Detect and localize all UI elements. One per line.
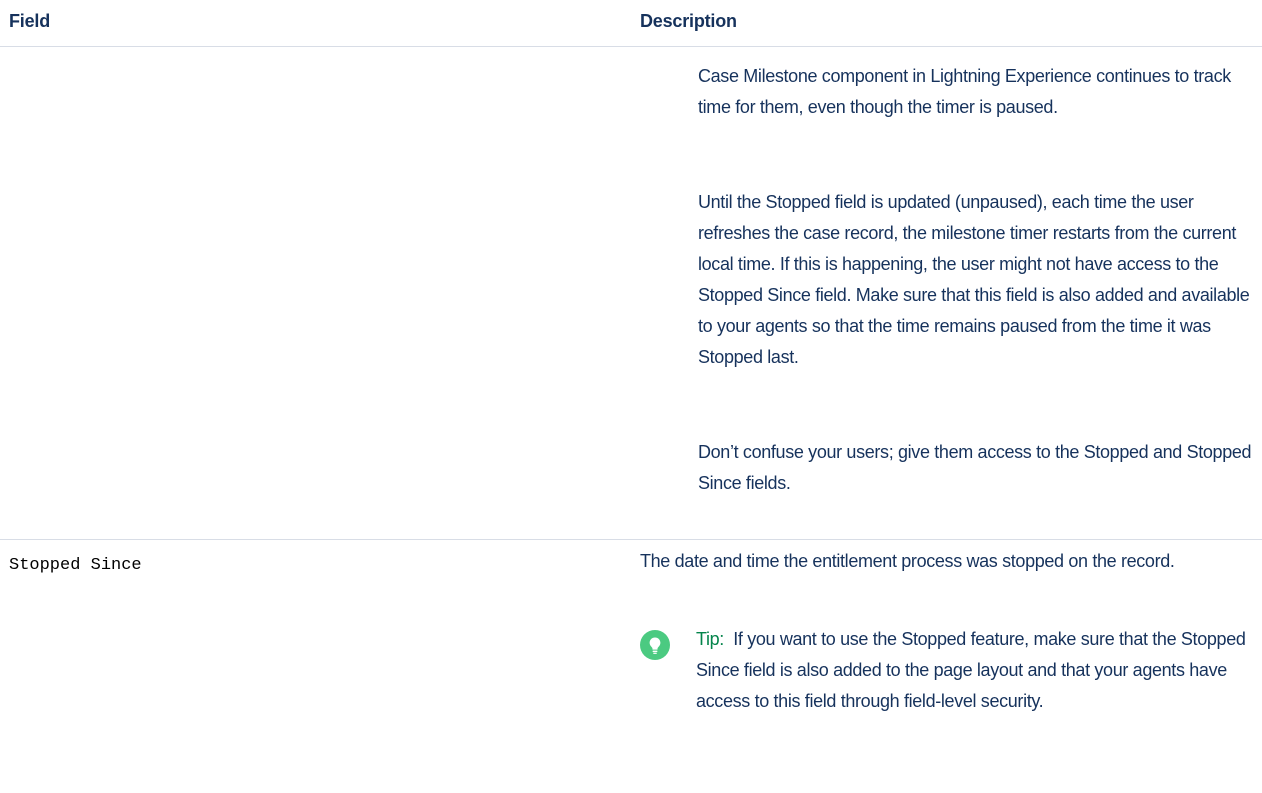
description-paragraph: The date and time the entitlement proces… [640,551,1175,571]
lightbulb-icon [640,630,670,660]
description-column-header: Description [640,11,737,31]
tip-label: Tip: [696,629,724,649]
description-paragraph: Until the Stopped field is updated (unpa… [698,192,1250,367]
tip-body: If you want to use the Stopped feature, … [696,629,1246,711]
table-header-row: Field Description [0,0,1262,47]
description-paragraph: Don’t confuse your users; give them acce… [698,442,1252,493]
field-name: Stopped Since [9,556,142,575]
field-description-table: Field Description Case Milestone compone… [0,0,1262,793]
field-column-header: Field [9,11,51,31]
table-row: Case Milestone component in Lightning Ex… [0,47,1262,540]
description-paragraph: Case Milestone component in Lightning Ex… [698,66,1231,117]
tip-text: Tip: If you want to use the Stopped feat… [696,624,1256,717]
table-row: Stopped Since The date and time the enti… [0,540,1262,793]
